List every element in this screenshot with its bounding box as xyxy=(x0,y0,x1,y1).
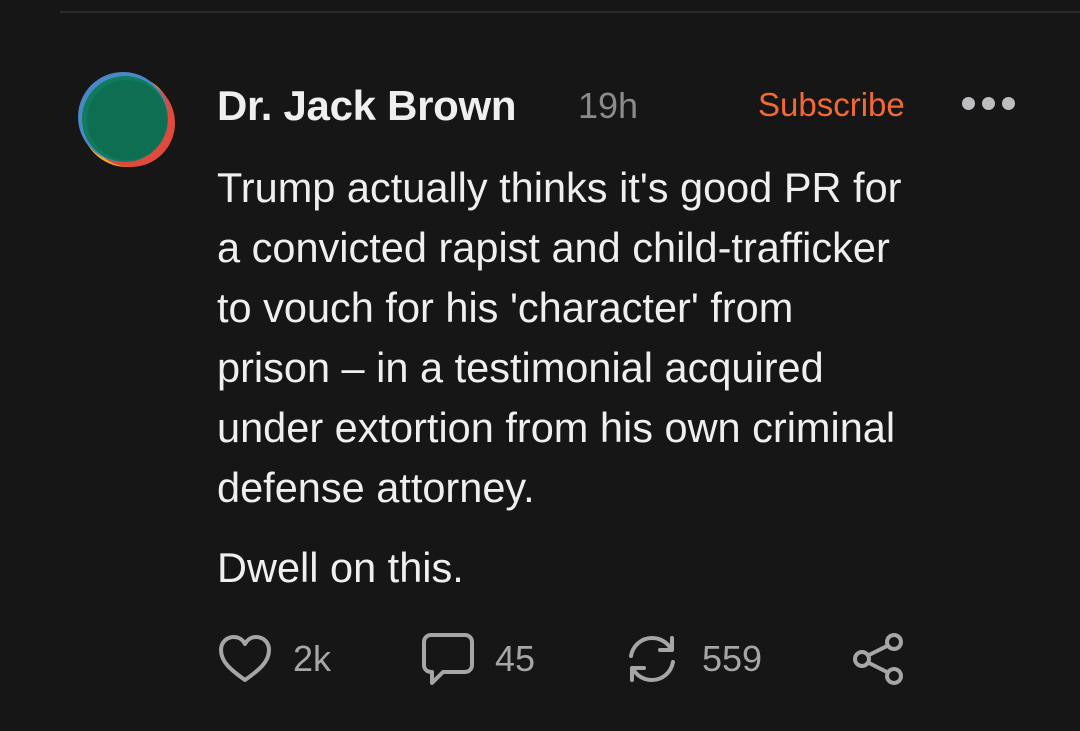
comment-count: 45 xyxy=(495,638,536,679)
post-timestamp: 19h xyxy=(578,85,639,126)
heart-icon xyxy=(219,635,271,682)
share-icon xyxy=(853,633,903,685)
comment-bubble-icon xyxy=(422,633,474,685)
top-divider xyxy=(60,11,1080,13)
restack-icon xyxy=(629,635,675,683)
post-body-paragraph: Trump actually thinks it's good PR for a… xyxy=(217,164,902,511)
comment-button[interactable]: 45 xyxy=(421,630,535,688)
like-count: 2k xyxy=(293,638,332,679)
restack-button[interactable]: 559 xyxy=(622,630,762,688)
restack-count: 559 xyxy=(702,638,763,679)
author-avatar[interactable] xyxy=(78,72,176,170)
share-button[interactable] xyxy=(850,630,908,688)
like-button[interactable]: 2k xyxy=(217,630,331,688)
more-options-icon[interactable] xyxy=(962,94,1018,114)
post-body-paragraph-2: Dwell on this. xyxy=(217,544,464,591)
author-name[interactable]: Dr. Jack Brown xyxy=(217,82,517,130)
subscribe-button[interactable]: Subscribe xyxy=(758,85,905,125)
